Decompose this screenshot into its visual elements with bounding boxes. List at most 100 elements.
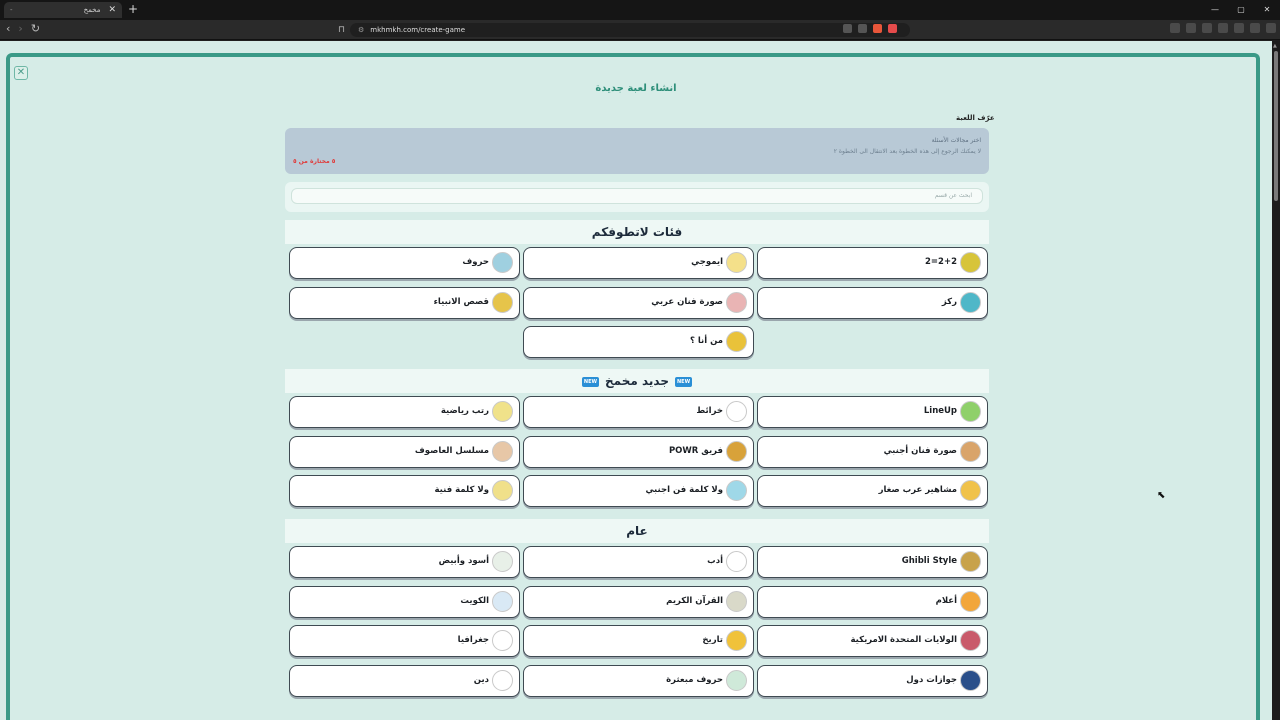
quran-icon — [726, 590, 747, 612]
forward-icon[interactable]: › — [18, 22, 22, 35]
category-card[interactable]: صورة فنان أجنبي — [757, 435, 988, 468]
category-card[interactable]: صورة فنان عربي — [523, 286, 754, 319]
browser-tab[interactable]: - مخمخ ✕ — [4, 2, 122, 18]
tab-title: مخمخ — [83, 6, 101, 14]
category-card-label: حروف مبعثرة — [666, 674, 723, 685]
scrollbar[interactable]: ▲ — [1272, 41, 1280, 720]
category-card[interactable]: فريق POWR — [523, 435, 754, 468]
site-info-icon[interactable]: ⚙ — [358, 26, 364, 34]
category-card[interactable]: أسود وأبيض — [289, 546, 520, 578]
category-card-label: تاريخ — [702, 635, 723, 645]
category-card[interactable]: ولا كلمة فن اجنبي — [523, 475, 754, 507]
flag-icon — [960, 590, 981, 612]
new-tab-button[interactable]: + — [128, 2, 138, 16]
category-card[interactable]: مسلسل العاصوف — [289, 435, 520, 468]
category-card-label: ولا كلمة فنية — [434, 485, 489, 495]
scroll-up-icon[interactable]: ▲ — [1273, 43, 1277, 49]
url-text: mkhmkh.com/create-game — [370, 26, 466, 34]
url-field[interactable]: ⊓ ⚙ mkhmkh.com/create-game — [338, 23, 910, 37]
share-icon[interactable] — [858, 24, 867, 33]
category-card[interactable]: قصص الانبياء — [289, 286, 520, 319]
category-card[interactable]: الكويت — [289, 585, 520, 618]
brave-shield-icon[interactable] — [873, 24, 882, 33]
leo-icon[interactable] — [1234, 23, 1244, 33]
selection-counter: ٥ مختارة من ٥ — [293, 158, 336, 165]
category-card[interactable]: رتب رياضية — [289, 396, 520, 428]
window-controls: — ▢ ✕ — [1202, 0, 1280, 20]
category-card[interactable]: ولا كلمة فنية — [289, 475, 520, 507]
wallet-icon[interactable] — [1218, 23, 1228, 33]
book-icon — [492, 291, 513, 313]
category-card-label: ايموجي — [691, 257, 723, 267]
back-icon[interactable]: ‹ — [6, 22, 10, 35]
page-title: انشاء لعبة جديدة — [595, 83, 677, 94]
category-card-label: صورة فنان عربي — [651, 296, 723, 307]
info-box: اختر مجالات الأسئلة لا يمكنك الرجوع إلى … — [285, 128, 989, 174]
category-card-label: مسلسل العاصوف — [414, 445, 489, 456]
religion-icon — [492, 669, 513, 691]
scrambled-letters-icon — [726, 669, 747, 691]
close-window-button[interactable]: ✕ — [1254, 0, 1280, 20]
category-card[interactable]: القرآن الكريم — [523, 585, 754, 618]
category-heading: فئات لاتطوفكم — [285, 220, 989, 244]
category-card[interactable]: مشاهير عرب صغار — [757, 475, 988, 507]
category-card-label: دين — [473, 674, 489, 685]
maximize-button[interactable]: ▢ — [1228, 0, 1254, 20]
brave-rewards-icon[interactable] — [888, 24, 897, 33]
category-card[interactable]: أدب — [523, 546, 754, 578]
category-card[interactable]: LineUp — [757, 396, 988, 428]
category-card[interactable]: الولايات المتحدة الامريكية — [757, 625, 988, 657]
team-icon — [726, 440, 747, 462]
map-icon — [726, 401, 747, 422]
category-card[interactable]: ايموجي — [523, 247, 754, 279]
bookmark-icon[interactable]: ⊓ — [338, 25, 345, 35]
category-card-label: 2+2=2 — [925, 257, 957, 267]
category-card-label: خرائط — [696, 406, 723, 416]
navigation-buttons: ‹ › ↻ — [6, 22, 40, 35]
tab-close-icon[interactable]: ✕ — [108, 5, 116, 15]
category-card-label: أدب — [707, 556, 723, 566]
category-card-label: ولا كلمة فن اجنبي — [645, 485, 723, 495]
scrollbar-thumb[interactable] — [1274, 51, 1278, 201]
category-card-label: الولايات المتحدة الامريكية — [850, 635, 958, 645]
category-card-label: قصص الانبياء — [433, 296, 489, 307]
category-card[interactable]: Ghibli Style — [757, 546, 988, 578]
category-card[interactable]: تاريخ — [523, 625, 754, 657]
close-icon[interactable]: ✕ — [14, 66, 28, 80]
section-label: عرّف اللعبة — [956, 114, 995, 122]
celebrity-icon — [960, 480, 981, 501]
category-card[interactable]: حروف — [289, 247, 520, 279]
sidebar-icon[interactable] — [1202, 23, 1212, 33]
reload-icon[interactable]: ↻ — [31, 22, 40, 35]
person-silhouette-icon — [726, 331, 747, 352]
category-heading-text: جديد مخمخ — [605, 374, 669, 388]
category-card[interactable]: من أنا ؟ — [523, 326, 754, 358]
series-icon — [492, 440, 513, 462]
category-card[interactable]: ركز — [757, 286, 988, 319]
extension-icon[interactable] — [1170, 23, 1180, 33]
category-card[interactable]: خرائط — [523, 396, 754, 428]
category-card[interactable]: حروف مبعثرة — [523, 664, 754, 697]
search-input[interactable]: ابحث عن قسم — [291, 188, 983, 204]
category-card[interactable]: دين — [289, 664, 520, 697]
menu-icon[interactable] — [1266, 23, 1276, 33]
category-card[interactable]: جغرافيا — [289, 625, 520, 657]
category-card-label: الكويت — [460, 595, 489, 606]
category-card[interactable]: 2+2=2 — [757, 247, 988, 279]
minimize-button[interactable]: — — [1202, 0, 1228, 20]
category-card-label: LineUp — [923, 406, 957, 416]
media-icon[interactable] — [1186, 23, 1196, 33]
charades-art-icon — [492, 480, 513, 501]
emoji-icon — [726, 252, 747, 273]
cast-icon[interactable] — [843, 24, 852, 33]
grid-icon — [960, 252, 981, 273]
category-card-label: Ghibli Style — [901, 556, 957, 566]
vpn-icon[interactable] — [1250, 23, 1260, 33]
black-white-icon — [492, 551, 513, 572]
category-card[interactable]: أعلام — [757, 585, 988, 618]
page-viewport: ✕ انشاء لعبة جديدة عرّف اللعبة اختر مجال… — [0, 41, 1272, 720]
ghibli-icon — [960, 551, 981, 572]
category-card[interactable]: جوازات دول — [757, 664, 988, 697]
search-container: ابحث عن قسم — [285, 182, 989, 212]
info-line-1: اختر مجالات الأسئلة — [931, 137, 981, 144]
